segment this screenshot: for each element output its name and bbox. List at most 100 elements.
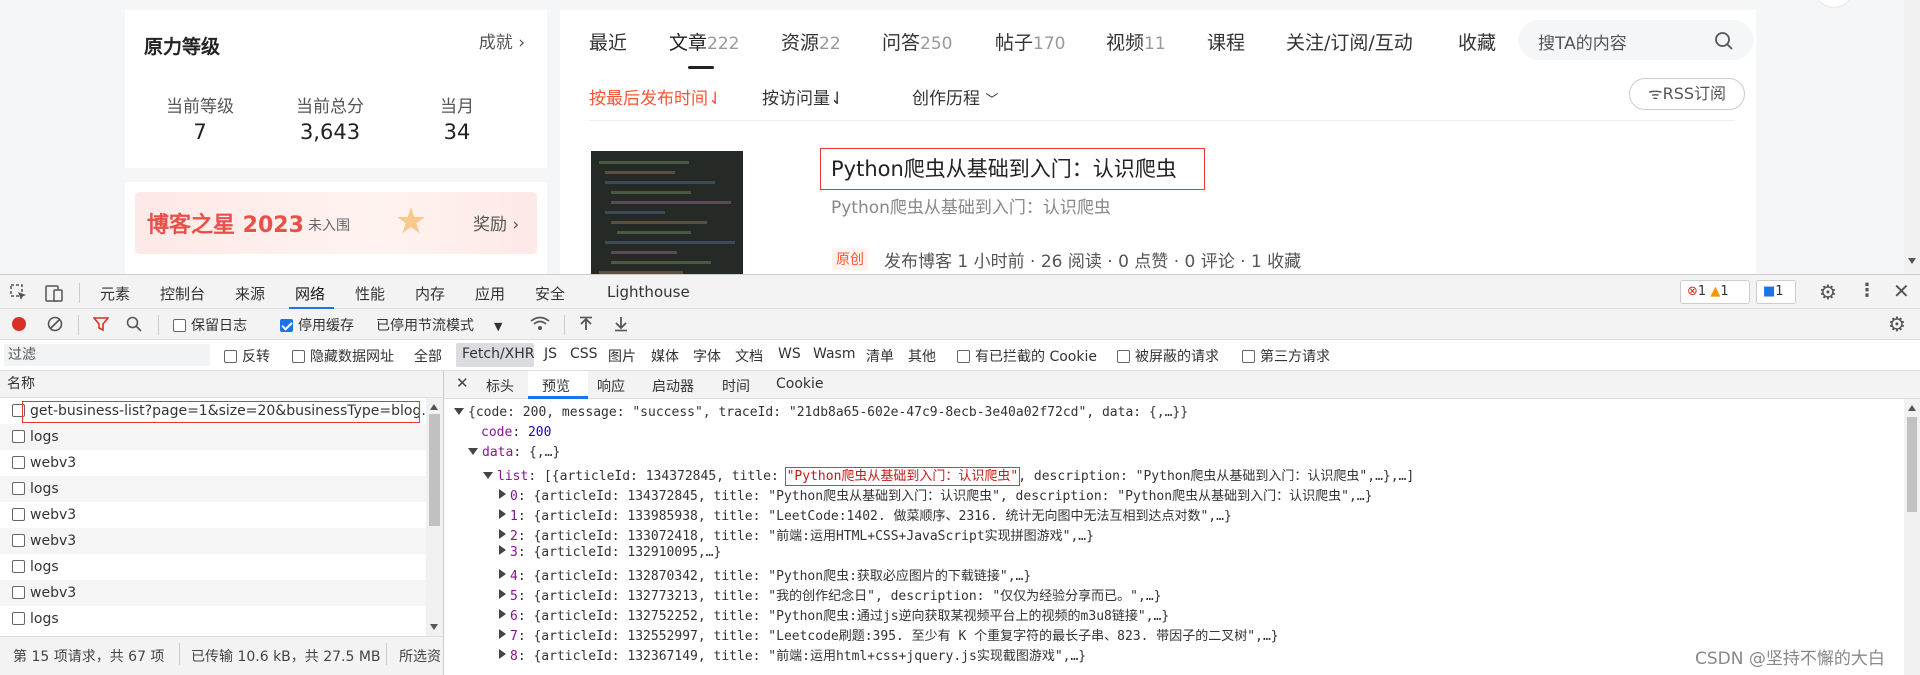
expand-toggle-icon[interactable] — [499, 509, 506, 519]
tab-memory[interactable]: 内存 — [415, 283, 445, 304]
json-root-line[interactable]: {code: 200, message: "success", traceId:… — [454, 405, 1188, 420]
expand-toggle-icon[interactable] — [468, 448, 478, 455]
scroll-thumb[interactable] — [429, 414, 440, 526]
checkbox[interactable] — [1242, 350, 1255, 363]
network-conditions-icon[interactable] — [530, 316, 550, 332]
checkbox[interactable] — [957, 350, 970, 363]
tab-security[interactable]: 安全 — [535, 283, 565, 304]
scroll-down-icon[interactable] — [1908, 258, 1916, 264]
json-list-item[interactable]: 8: {articleId: 132367149, title: "前端:运用h… — [499, 645, 1086, 664]
expand-toggle-icon[interactable] — [499, 649, 506, 659]
preserve-log-checkbox[interactable]: 保留日志 — [173, 315, 247, 335]
tab-elements[interactable]: 元素 — [100, 283, 130, 304]
checkbox[interactable] — [292, 350, 305, 363]
import-icon[interactable] — [578, 316, 594, 332]
issues-counter[interactable]: ⊗1 ▲1 — [1680, 280, 1750, 304]
tab-network[interactable]: 网络 — [295, 283, 325, 304]
expand-toggle-icon[interactable] — [499, 609, 506, 619]
hide-data-urls-checkbox[interactable]: 隐藏数据网址 — [292, 346, 394, 366]
type-filter-all[interactable]: 全部 — [414, 346, 442, 366]
tab-lighthouse[interactable]: Lighthouse — [607, 283, 690, 301]
tab-favorites[interactable]: 收藏 — [1458, 28, 1496, 55]
expand-toggle-icon[interactable] — [499, 629, 506, 639]
preview-scrollbar[interactable] — [1904, 399, 1920, 675]
request-row[interactable]: webv3 — [0, 450, 426, 476]
type-filter-media[interactable]: 媒体 — [651, 346, 679, 366]
tab-videos[interactable]: 视频11 — [1106, 28, 1166, 55]
clear-icon[interactable] — [47, 316, 63, 332]
blocked-requests-checkbox[interactable]: 被屏蔽的请求 — [1117, 346, 1219, 366]
request-row[interactable]: logs — [0, 606, 426, 632]
expand-toggle-icon[interactable] — [499, 489, 506, 499]
type-filter-manifest[interactable]: 清单 — [866, 346, 894, 366]
more-options-icon[interactable]: ⋮ — [1858, 280, 1876, 301]
json-list-item[interactable]: 6: {articleId: 132752252, title: "Python… — [499, 605, 1169, 624]
checkbox[interactable] — [224, 350, 237, 363]
scroll-up-icon[interactable] — [1908, 405, 1916, 411]
tab-posts[interactable]: 帖子170 — [995, 28, 1065, 55]
json-list-item[interactable]: 7: {articleId: 132552997, title: "Leetco… — [499, 625, 1279, 644]
request-list-scrollbar[interactable] — [426, 398, 443, 636]
tab-follow[interactable]: 关注/订阅/互动 — [1286, 28, 1413, 55]
scroll-thumb[interactable] — [1907, 417, 1917, 512]
detail-tab-cookies[interactable]: Cookie — [776, 376, 824, 392]
type-filter-xhr[interactable]: Fetch/XHR — [462, 346, 535, 362]
page-scrollbar[interactable] — [1904, 0, 1920, 274]
tab-console[interactable]: 控制台 — [160, 283, 205, 304]
reward-link[interactable]: 奖励 › — [473, 210, 519, 235]
request-row[interactable]: logs — [0, 554, 426, 580]
invert-checkbox[interactable]: 反转 — [224, 346, 270, 366]
history-dropdown[interactable]: 创作历程 ﹀ — [912, 84, 998, 109]
blocked-cookies-checkbox[interactable]: 有已拦截的 Cookie — [957, 346, 1097, 366]
json-list-item[interactable]: 5: {articleId: 132773213, title: "我的创作纪念… — [499, 585, 1161, 604]
type-filter-css[interactable]: CSS — [570, 346, 598, 362]
filter-icon[interactable] — [93, 316, 109, 332]
request-row[interactable]: webv3 — [0, 580, 426, 606]
network-settings-gear-icon[interactable]: ⚙ — [1888, 312, 1906, 336]
rss-button[interactable]: ᯤRSS订阅 — [1629, 78, 1745, 110]
disable-cache-checkbox[interactable]: 停用缓存 — [280, 315, 354, 335]
achievements-link[interactable]: 成就 › — [479, 28, 525, 53]
tab-qa[interactable]: 问答250 — [882, 28, 952, 55]
tab-articles[interactable]: 文章222 — [669, 28, 739, 55]
json-list-line[interactable]: list: [{articleId: 134372845, title: "Py… — [483, 465, 1414, 486]
type-filter-img[interactable]: 图片 — [608, 346, 636, 366]
close-detail-icon[interactable]: ✕ — [456, 374, 469, 392]
request-row[interactable]: logs — [0, 476, 426, 502]
record-icon[interactable] — [12, 317, 26, 331]
scroll-up-icon[interactable] — [430, 404, 438, 410]
expand-toggle-icon[interactable] — [483, 472, 493, 479]
search-input[interactable]: 搜TA的内容 — [1538, 29, 1627, 54]
avatar[interactable] — [1814, 0, 1854, 8]
expand-toggle-icon[interactable] — [454, 408, 464, 415]
filter-input[interactable]: 过滤 — [4, 344, 210, 366]
settings-gear-icon[interactable]: ⚙ — [1819, 280, 1837, 304]
tab-performance[interactable]: 性能 — [355, 283, 385, 304]
search-box[interactable]: 搜TA的内容 — [1518, 20, 1754, 60]
type-filter-ws[interactable]: WS — [778, 346, 801, 362]
messages-counter[interactable]: ■1 — [1756, 280, 1796, 304]
article-thumbnail[interactable] — [591, 151, 743, 274]
type-filter-js[interactable]: JS — [544, 346, 557, 362]
throttling-select[interactable]: 已停用节流模式 ▼ — [376, 315, 502, 335]
tab-sources[interactable]: 来源 — [235, 283, 265, 304]
detail-tab-headers[interactable]: 标头 — [486, 376, 514, 396]
json-list-item[interactable]: 4: {articleId: 132870342, title: "Python… — [499, 565, 1031, 584]
sort-by-views[interactable]: 按访问量⇃ — [762, 84, 844, 109]
type-filter-wasm[interactable]: Wasm — [813, 346, 855, 362]
checkbox[interactable] — [173, 319, 186, 332]
third-party-checkbox[interactable]: 第三方请求 — [1242, 346, 1330, 366]
search-icon[interactable] — [126, 316, 142, 332]
detail-tab-preview[interactable]: 预览 — [542, 376, 570, 396]
request-row[interactable]: logs — [0, 424, 426, 450]
json-list-item[interactable]: 2: {articleId: 133072418, title: "前端:运用H… — [499, 525, 1094, 544]
expand-toggle-icon[interactable] — [499, 569, 506, 579]
export-icon[interactable] — [613, 316, 629, 332]
type-filter-other[interactable]: 其他 — [908, 346, 936, 366]
expand-toggle-icon[interactable] — [499, 545, 506, 555]
tab-courses[interactable]: 课程 — [1207, 28, 1245, 55]
tab-resources[interactable]: 资源22 — [781, 28, 841, 55]
request-row[interactable]: webv3 — [0, 502, 426, 528]
json-list-item[interactable]: 3: {articleId: 132910095,…} — [499, 545, 721, 560]
name-column-header[interactable]: 名称 — [0, 371, 443, 398]
